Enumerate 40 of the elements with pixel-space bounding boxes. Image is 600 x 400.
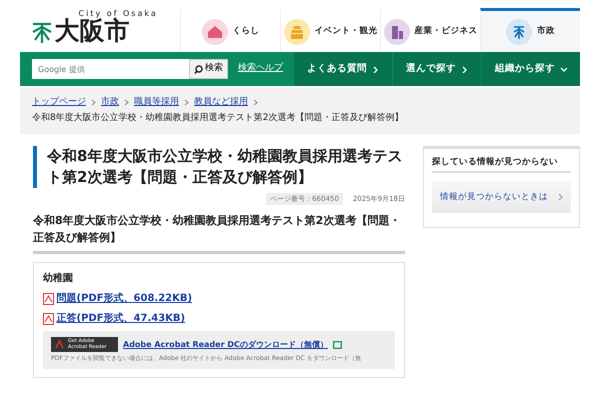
city-emblem-icon [513,24,525,38]
chevron-icon [372,66,379,72]
chevron-icon [560,66,567,72]
external-window-icon [332,340,342,348]
chevron-icon [124,99,129,106]
chevron-icon [253,99,258,106]
search-button[interactable]: 検索 [188,59,228,79]
breadcrumb-link[interactable]: 市政 [101,96,119,110]
search-field[interactable]: Google 提供 [32,59,188,79]
nav-tab[interactable]: 市政 [480,8,580,52]
search-icon [194,64,202,74]
chevron-icon [558,193,563,202]
chevron-icon [461,66,468,72]
file-link[interactable]: 正答(PDF形式、47.43KB) [56,311,186,326]
download-link[interactable]: Adobe Acrobat Reader DCのダウンロード（無償） [123,338,328,350]
acrobat-logo-icon [55,340,64,349]
sidebar-link[interactable]: 情報が見つからないときは [432,180,571,214]
breadcrumb-link[interactable]: 職員等採用 [134,96,179,110]
logo-tagline: City of Osaka [78,10,158,18]
pdf-icon [43,292,54,304]
city-emblem-icon [32,20,52,42]
help-link[interactable]: 検索ヘルプ [238,62,283,76]
page-title: 令和8年度大阪市公立学校・幼稚園教員採用選考テスト第2次選考【問題・正答及び解答例】 [33,146,405,188]
house-icon [206,24,222,38]
chevron-icon [91,99,96,106]
castle-icon [288,24,304,38]
breadcrumb-link[interactable]: トップページ [32,96,86,110]
section-title: 令和8年度大阪市公立学校・幼稚園教員採用選考テスト第2次選考【問題・正答及び解答例】 [33,213,405,254]
pdf-icon [43,312,54,324]
nav-menu-item[interactable]: よくある質問 [293,52,392,86]
sidebar-heading: 探している情報が見つからない [432,156,571,173]
file-link[interactable]: 問題(PDF形式、608.22KB) [56,291,192,306]
chevron-icon [184,99,189,106]
logo-name[interactable]: 大阪市 [54,18,158,42]
building-icon [390,24,404,38]
breadcrumb-link[interactable]: 教員など採用 [194,96,248,110]
breadcrumb-current: 令和8年度大阪市公立学校・幼稚園教員採用選考テスト第2次選考【問題・正答及び解答例】 [32,112,404,125]
nav-menu-item[interactable]: 組織から探す [481,52,580,86]
section-heading: 幼稚園 [43,272,74,286]
nav-menu-item[interactable]: 選んで探す [392,52,481,86]
